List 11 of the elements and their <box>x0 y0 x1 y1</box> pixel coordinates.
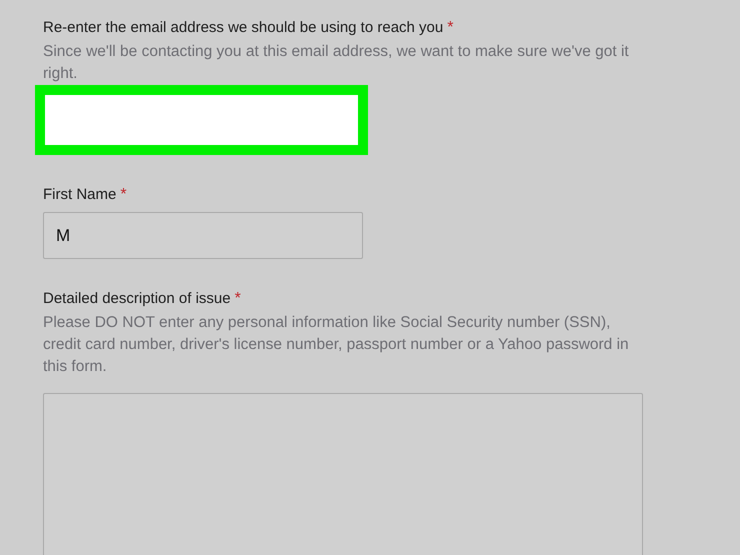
text-area[interactable] <box>43 393 643 555</box>
required-asterisk: * <box>234 290 241 307</box>
help-text: Since we'll be contacting you at this email address, we want to make sure we've got it right. <box>43 42 630 84</box>
field-label: First Name <box>43 186 116 203</box>
required-asterisk: * <box>120 186 127 203</box>
text-field[interactable]: M <box>43 212 363 259</box>
field-label: Re-enter the email address we should be using to reach you <box>43 19 444 36</box>
field-label: Detailed description of issue <box>43 290 231 307</box>
text-field[interactable] <box>35 85 368 155</box>
help-text: Please DO NOT enter any personal information like Social Security number (SSN), credit card number, driver's license number, passport number or a Yahoo password in this form. <box>43 313 630 377</box>
required-asterisk: * <box>447 19 454 36</box>
